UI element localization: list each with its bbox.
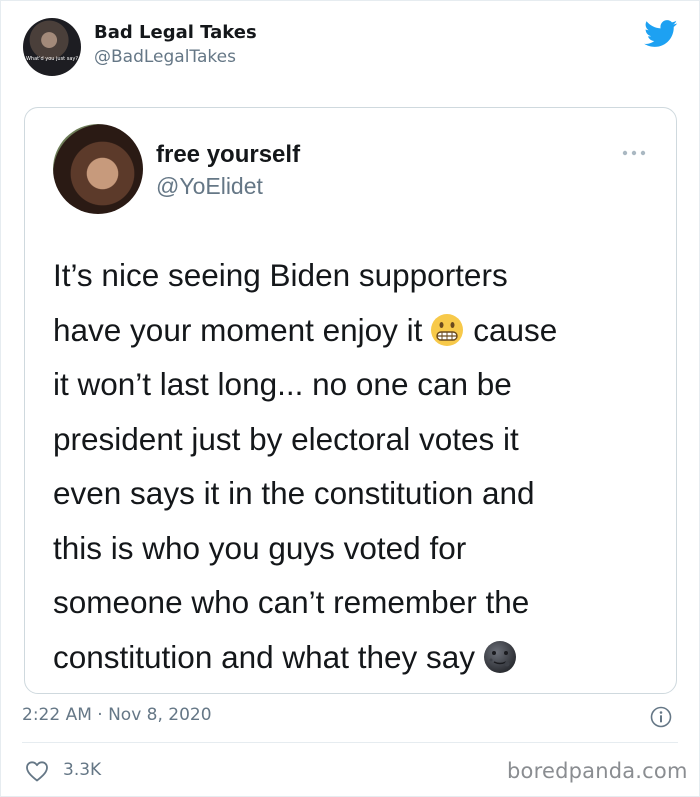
tweet-line: have your moment enjoy it xyxy=(53,311,423,348)
heart-icon[interactable] xyxy=(25,760,49,782)
quoted-author-name[interactable]: free yourself xyxy=(156,141,300,169)
tweet-line: president just by electoral votes it xyxy=(53,420,519,457)
tweet-line-tail: cause xyxy=(473,311,558,348)
quoted-avatar[interactable] xyxy=(53,124,143,214)
tweet-line: someone who can’t remember the xyxy=(53,584,530,620)
new-moon-face-emoji xyxy=(484,640,517,673)
author-avatar[interactable]: What'd you just say? xyxy=(23,18,81,76)
tweet-timestamp[interactable]: 2:22 AM · Nov 8, 2020 xyxy=(22,705,212,725)
footer-divider xyxy=(22,742,678,743)
avatar-caption: What'd you just say? xyxy=(25,56,79,62)
twitter-bird-icon[interactable] xyxy=(644,20,678,48)
grimacing-face-emoji xyxy=(431,313,464,346)
tweet-line: this is who you guys voted for xyxy=(53,529,467,566)
author-handle[interactable]: @BadLegalTakes xyxy=(94,47,236,67)
tweet-line: it won’t last long... no one can be xyxy=(53,366,512,402)
info-icon[interactable] xyxy=(650,706,672,728)
tweet-line: constitution and what they say xyxy=(53,638,476,675)
quoted-tweet-text: It’s nice seeing Biden supporters have y… xyxy=(53,248,663,684)
quoted-tweet[interactable]: free yourself @YoElidet It’s nice seeing… xyxy=(24,107,677,694)
tweet-line: even says it in the constitution and xyxy=(53,475,535,511)
watermark: boredpanda.com xyxy=(507,759,688,783)
more-dots-icon[interactable] xyxy=(620,148,648,158)
tweet-line: It’s nice seeing Biden supporters xyxy=(53,257,508,293)
author-name[interactable]: Bad Legal Takes xyxy=(94,22,257,43)
like-count[interactable]: 3.3K xyxy=(63,760,101,780)
quoted-author-handle[interactable]: @YoElidet xyxy=(156,173,263,200)
